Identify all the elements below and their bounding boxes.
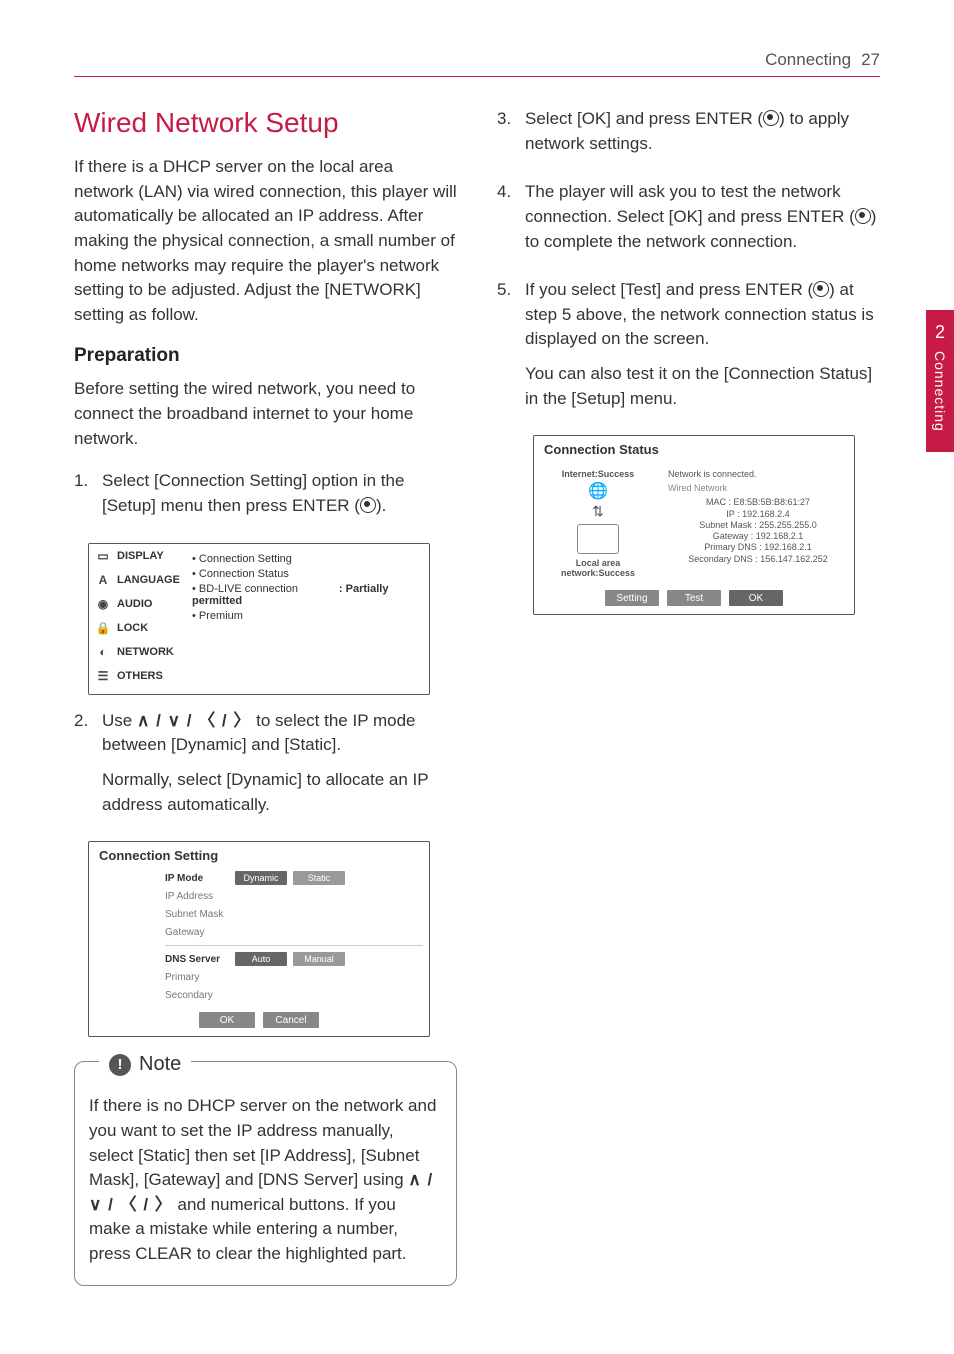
step-text: You can also test it on the [Connection … [525,362,880,411]
ip-address: IP : 192.168.2.4 [668,509,848,520]
step-1: 1. Select [Connection Setting] option in… [74,469,457,528]
enter-icon [763,110,779,126]
header-section: Connecting [765,50,851,70]
step-number: 2. [74,709,102,828]
menu-options: • Connection Setting • Connection Status… [184,544,429,694]
info-icon: ! [109,1054,131,1076]
step-text: The player will ask you to test the netw… [525,182,855,226]
step-4: 4. The player will ask you to test the n… [497,180,880,264]
left-column: Wired Network Setup If there is a DHCP s… [74,107,457,1286]
cancel-button[interactable]: Cancel [263,1012,319,1028]
lock-icon: 🔒 [95,620,111,636]
preparation-body: Before setting the wired network, you ne… [74,377,457,451]
screenshot-connection-status: Connection Status Internet:Success 🌐 ⇅ L… [533,435,855,615]
ok-button[interactable]: OK [729,590,783,606]
status-message: Network is connected. [668,469,848,479]
enter-icon [360,497,376,513]
preparation-heading: Preparation [74,345,457,367]
chapter-number: 2 [926,322,954,343]
gateway: Gateway : 192.168.2.1 [668,531,848,542]
note-label: ! Note [99,1050,191,1079]
dialog-title: Connection Status [534,436,854,463]
auto-button[interactable]: Auto [235,952,287,966]
others-icon: ☰ [95,668,111,684]
dialog-title: Connection Setting [89,842,429,869]
step-text: Select [Connection Setting] option in th… [102,471,404,515]
secondary-dns: Secondary DNS : 156.147.162.252 [668,554,848,565]
screenshot-setup-menu: ▭DISPLAY ALANGUAGE ◉AUDIO 🔒LOCK ◐NETWORK… [88,543,430,695]
language-icon: A [95,572,111,588]
step-number: 1. [74,469,102,528]
link-icon: ⇅ [538,503,658,520]
router-icon [577,524,619,554]
step-text: If you select [Test] and press ENTER ( [525,280,813,299]
screenshot-connection-setting: Connection Setting IP ModeDynamicStatic … [88,841,430,1037]
page-header: Connecting 27 [74,50,880,77]
step-5: 5. If you select [Test] and press ENTER … [497,278,880,421]
step-2: 2. Use ∧ / ∨ / 〈 / 〉 to select the IP mo… [74,709,457,828]
primary-dns: Primary DNS : 192.168.2.1 [668,542,848,553]
step-text: ). [376,496,386,515]
ok-button[interactable]: OK [199,1012,255,1028]
step-text: Select [OK] and press ENTER ( [525,109,763,128]
right-column: 3. Select [OK] and press ENTER () to app… [497,107,880,1286]
enter-icon [813,281,829,297]
step-number: 3. [497,107,525,166]
internet-status: Internet:Success [538,469,658,479]
step-number: 4. [497,180,525,264]
setting-button[interactable]: Setting [605,590,659,606]
static-button[interactable]: Static [293,871,345,885]
step-number: 5. [497,278,525,421]
audio-icon: ◉ [95,596,111,612]
manual-button[interactable]: Manual [293,952,345,966]
intro-paragraph: If there is a DHCP server on the local a… [74,155,457,327]
chapter-label: Connecting [932,351,948,432]
chapter-tab: 2 Connecting [926,310,954,452]
dpad-arrows: ∧ / ∨ / 〈 / 〉 [137,711,251,730]
subnet-mask: Subnet Mask : 255.255.255.0 [668,520,848,531]
menu-sidebar: ▭DISPLAY ALANGUAGE ◉AUDIO 🔒LOCK ◐NETWORK… [89,544,184,694]
mac-address: MAC : E8:5B:5B:B8:61:27 [668,497,848,508]
enter-icon [855,208,871,224]
step-text: Normally, select [Dynamic] to allocate a… [102,768,457,817]
test-button[interactable]: Test [667,590,721,606]
note-box: ! Note If there is no DHCP server on the… [74,1061,457,1285]
step-text: Use [102,711,137,730]
globe-icon: 🌐 [538,481,658,501]
network-type: Wired Network [668,483,848,493]
manual-page: Connecting 27 Wired Network Setup If the… [0,0,954,1354]
lan-status: Local area network:Success [538,558,658,578]
network-icon: ◐ [95,644,111,660]
section-title: Wired Network Setup [74,107,457,139]
step-3: 3. Select [OK] and press ENTER () to app… [497,107,880,166]
header-page-number: 27 [861,50,880,70]
dynamic-button[interactable]: Dynamic [235,871,287,885]
display-icon: ▭ [95,548,111,564]
note-text: If there is no DHCP server on the networ… [89,1096,436,1189]
